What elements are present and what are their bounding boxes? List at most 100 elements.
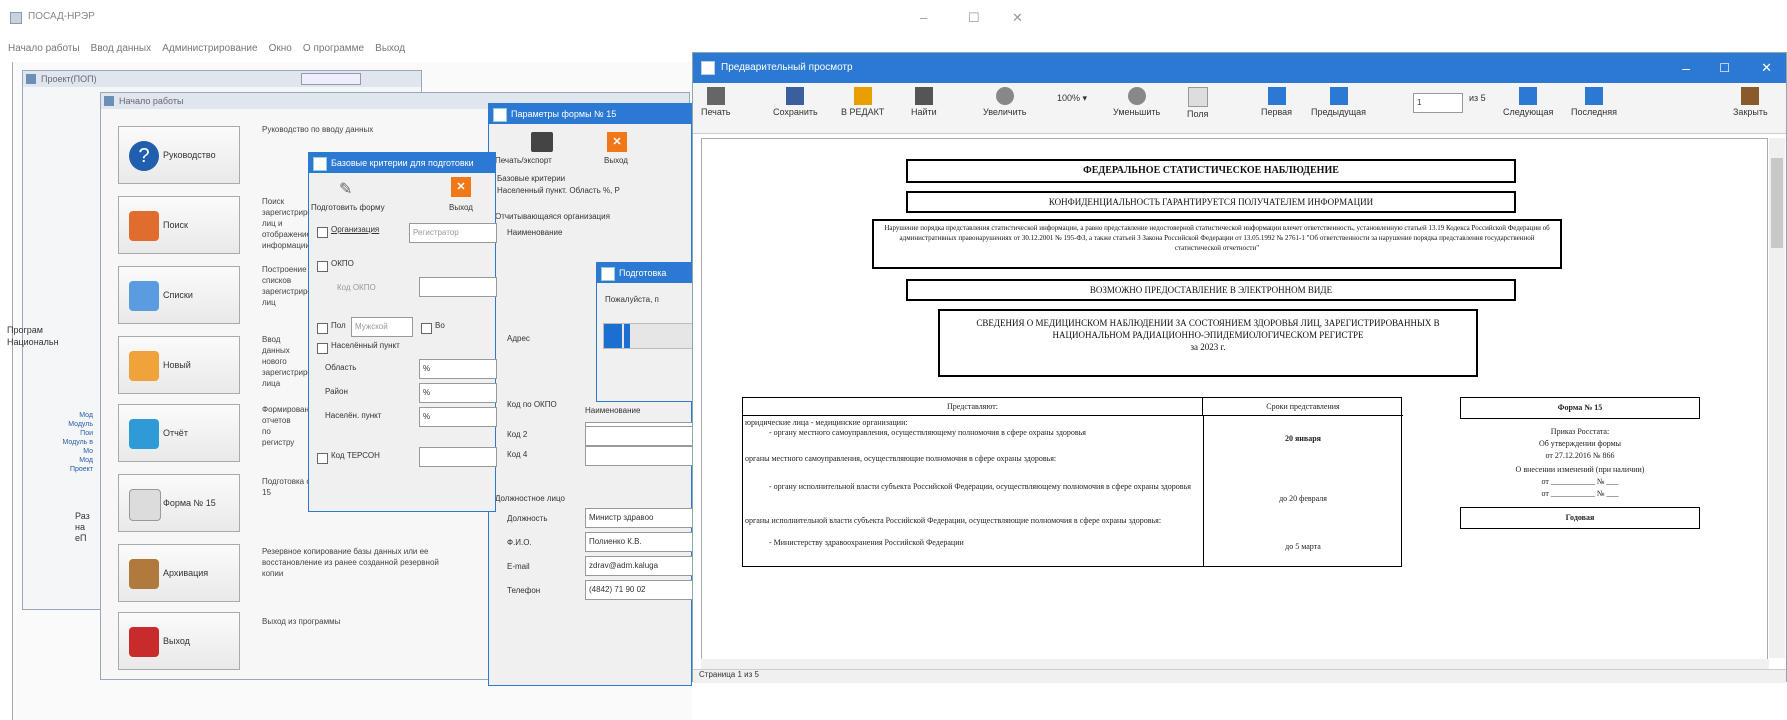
prepare-form-label[interactable]: Подготовить форму xyxy=(311,203,385,212)
table-row: органы местного самоуправления, осуществ… xyxy=(745,454,1200,464)
report-button[interactable]: Отчёт xyxy=(118,404,240,462)
preview-maximize-button[interactable]: ☐ xyxy=(1719,53,1730,83)
form-params-titlebar: Параметры формы № 15 xyxy=(489,104,691,124)
okpo-checkbox[interactable] xyxy=(317,261,328,272)
menu-about[interactable]: О программе xyxy=(303,38,364,60)
menu-exit[interactable]: Выход xyxy=(375,38,405,60)
zoom-in-button[interactable]: Увеличить xyxy=(983,87,1026,117)
editor-button[interactable]: В РЕДАКТ xyxy=(841,87,884,117)
phone-field[interactable]: (4842) 71 90 02 xyxy=(585,580,693,600)
sex-select[interactable]: Мужской xyxy=(351,317,413,337)
code2-field[interactable] xyxy=(585,426,693,446)
prepare-form-icon[interactable]: ✎ xyxy=(339,179,359,198)
guide-button-label: Руководство xyxy=(163,150,216,160)
page-input[interactable]: 1 xyxy=(1413,93,1463,113)
row-deadline: 20 января xyxy=(1284,434,1322,443)
side-link[interactable]: Мод xyxy=(59,411,93,420)
side-lower: Раз на еП xyxy=(75,511,90,544)
settlement-checkbox[interactable] xyxy=(317,343,328,354)
new-desc: Ввод данных нового зарегистрированного л… xyxy=(262,335,341,388)
new-person-icon xyxy=(129,351,159,381)
prev-page-button[interactable]: Предыдущая xyxy=(1311,87,1366,117)
fio-label: Ф.И.О. xyxy=(507,538,532,547)
org-section-label: Отчитывающаяся организация xyxy=(495,212,610,221)
fio-field[interactable]: Полиенко К.В. xyxy=(585,532,693,552)
fields-button[interactable]: Поля xyxy=(1187,87,1208,119)
zoom-out-button[interactable]: Уменьшить xyxy=(1113,87,1160,117)
table-row: юридические лица - медицинские организац… xyxy=(745,418,1200,428)
print-button[interactable]: Печать xyxy=(701,87,730,117)
org-field[interactable]: Регистратор xyxy=(409,223,497,243)
side-lower-text: Раз xyxy=(75,511,90,521)
preview-minimize-button[interactable]: – xyxy=(1682,53,1690,83)
position-label: Должность xyxy=(507,514,548,523)
form-from-2: от ___________ № ___ xyxy=(1541,489,1619,498)
terson-field[interactable] xyxy=(419,447,497,467)
vo-label: Во xyxy=(435,321,445,330)
close-preview-button[interactable]: Закрыть xyxy=(1733,87,1768,117)
terson-checkbox[interactable] xyxy=(317,453,328,464)
side-link[interactable]: Мо xyxy=(59,447,93,456)
next-page-button[interactable]: Следующая xyxy=(1503,87,1553,117)
maximize-button[interactable]: ☐ xyxy=(968,10,980,26)
exit-button[interactable]: Выход xyxy=(118,612,240,670)
print-export-label[interactable]: Печать/экспорт xyxy=(495,156,552,165)
minimize-button[interactable]: – xyxy=(920,10,927,25)
archive-button-label: Архивация xyxy=(163,568,209,578)
side-link[interactable]: Модуль в xyxy=(59,438,93,447)
exit-label[interactable]: Выход xyxy=(604,156,628,165)
lists-button[interactable]: Списки xyxy=(118,266,240,324)
document-page[interactable]: ФЕДЕРАЛЬНОЕ СТАТИСТИЧЕСКОЕ НАБЛЮДЕНИЕ КО… xyxy=(701,138,1768,660)
region-field[interactable]: % xyxy=(419,359,497,379)
code4-field[interactable] xyxy=(585,446,693,466)
side-lower-text: на xyxy=(75,522,85,532)
window-icon xyxy=(601,267,615,281)
progress-fill xyxy=(604,324,631,348)
archive-button[interactable]: Архивация xyxy=(118,544,240,602)
project-window-controls[interactable] xyxy=(301,73,361,85)
criteria-exit-label[interactable]: Выход xyxy=(449,203,473,212)
find-button[interactable]: Найти xyxy=(911,87,937,117)
save-button[interactable]: Сохранить xyxy=(773,87,818,117)
exit-icon[interactable]: ✕ xyxy=(607,132,627,152)
new-button[interactable]: Новый xyxy=(118,336,240,394)
side-link[interactable]: Проект xyxy=(59,465,93,474)
page-of-label: из 5 xyxy=(1469,93,1486,103)
sex-label: Пол xyxy=(331,321,346,330)
last-page-button[interactable]: Последняя xyxy=(1571,87,1617,117)
close-button[interactable]: ✕ xyxy=(1012,10,1023,26)
email-field[interactable]: zdrav@adm.kaluga xyxy=(585,556,693,576)
locality-field[interactable]: % xyxy=(419,407,497,427)
district-field[interactable]: % xyxy=(419,383,497,403)
menu-data-entry[interactable]: Ввод данных xyxy=(91,38,151,60)
okpo-code-field[interactable] xyxy=(419,277,497,297)
org-checkbox[interactable] xyxy=(317,227,328,238)
menu-window[interactable]: Окно xyxy=(269,38,292,60)
menu-admin[interactable]: Администрирование xyxy=(162,38,257,60)
preview-close-button[interactable]: ✕ xyxy=(1761,53,1772,83)
position-field[interactable]: Министр здравоо xyxy=(585,508,693,528)
first-page-button[interactable]: Первая xyxy=(1261,87,1292,117)
exit-desc: Выход из программы xyxy=(262,617,341,626)
close-icon[interactable]: ✕ xyxy=(451,177,471,197)
editor-icon xyxy=(853,87,872,105)
form15-button[interactable]: Форма № 15 xyxy=(118,474,240,532)
first-page-icon xyxy=(1267,87,1286,105)
vo-checkbox[interactable] xyxy=(421,323,432,334)
search-button[interactable]: Поиск xyxy=(118,196,240,254)
menu-start[interactable]: Начало работы xyxy=(8,38,80,60)
guide-button[interactable]: ? Руководство xyxy=(118,126,240,184)
col-deadlines: Сроки представления xyxy=(1203,398,1403,416)
window-icon xyxy=(701,61,715,75)
form-from-1: от ___________ № ___ xyxy=(1541,477,1619,486)
side-link[interactable]: Модуль xyxy=(59,420,93,429)
scrollbar-thumb[interactable] xyxy=(1771,158,1783,248)
printer-icon[interactable] xyxy=(531,132,553,152)
sex-checkbox[interactable] xyxy=(317,323,328,334)
preview-window: Предварительный просмотр – ☐ ✕ Печать Со… xyxy=(692,52,1787,683)
zoom-select[interactable]: 100% ▾ xyxy=(1057,93,1087,104)
side-link[interactable]: Пои xyxy=(59,429,93,438)
vertical-scrollbar[interactable] xyxy=(1769,138,1785,658)
side-link[interactable]: Мод xyxy=(59,456,93,465)
doc-electronic: ВОЗМОЖНО ПРЕДОСТАВЛЕНИЕ В ЭЛЕКТРОННОМ ВИ… xyxy=(906,279,1516,301)
